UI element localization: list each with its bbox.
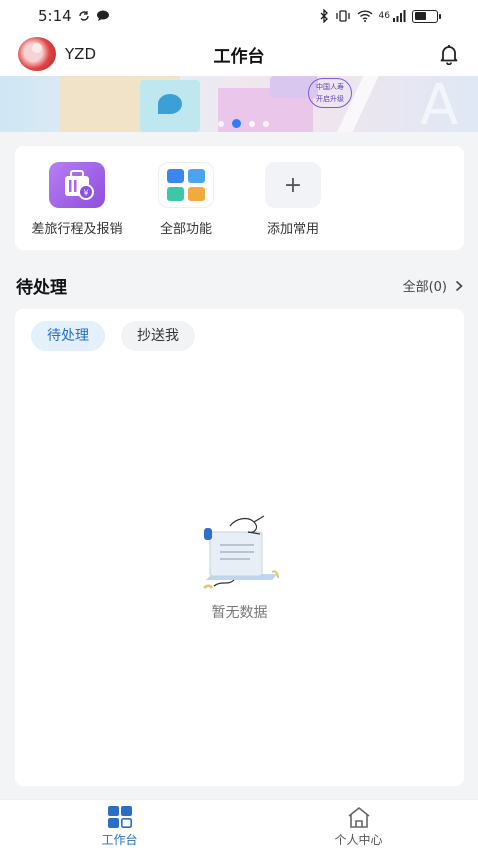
grid-icon (158, 162, 214, 208)
nav-label: 个人中心 (334, 833, 383, 847)
tab-pending[interactable]: 待处理 (31, 321, 105, 351)
bluetooth-icon (320, 9, 328, 23)
quick-action-label: 全部功能 (159, 222, 212, 237)
home-icon (348, 807, 369, 828)
banner-tag: 中国人寿 开启升级 (308, 78, 352, 108)
quick-action-all-functions[interactable]: 全部功能 (126, 162, 246, 237)
sync-icon (78, 11, 89, 21)
empty-document-icon (202, 515, 279, 589)
empty-state-label: 暂无数据 (211, 605, 268, 621)
notification-bell-icon[interactable] (438, 43, 460, 66)
workbench-icon (107, 806, 132, 828)
view-all-link[interactable]: 全部(0) (403, 276, 463, 295)
banner-indicator-dot[interactable] (263, 120, 269, 127)
empty-state: 暂无数据 (15, 514, 464, 622)
network-type: 46 (378, 11, 390, 21)
todo-tabs: 待处理 抄送我 (31, 321, 195, 351)
bottom-nav: 工作台 个人中心 (0, 799, 478, 850)
status-bar: 5:14 46 (0, 0, 478, 32)
quick-action-label: 差旅行程及报销 (31, 222, 123, 237)
wifi-icon (357, 10, 373, 22)
quick-action-add-common[interactable]: + 添加常用 (233, 162, 353, 237)
banner-product-box (140, 80, 200, 132)
todo-section-title: 待处理 (16, 278, 67, 298)
app-header: YZD 工作台 (0, 32, 478, 76)
status-right: 46 (319, 9, 441, 23)
quick-actions-card: ¥ 差旅行程及报销 全部功能 + 添加常用 (15, 146, 464, 250)
banner-tag-line2: 开启升级 (316, 95, 344, 103)
promo-banner[interactable]: 中国人寿 开启升级 A (0, 76, 478, 132)
banner-indicator-dot[interactable] (249, 120, 255, 127)
battery-level (414, 12, 427, 20)
tab-cc-me[interactable]: 抄送我 (121, 321, 195, 351)
nav-label: 工作台 (101, 833, 138, 847)
plus-icon: + (265, 162, 321, 208)
username[interactable]: YZD (65, 45, 96, 63)
chevron-right-icon (455, 280, 463, 291)
status-time: 5:14 (38, 7, 72, 25)
vibrate-icon (335, 10, 350, 22)
battery-icon (412, 9, 441, 23)
message-icon (96, 10, 109, 21)
banner-tag-line1: 中国人寿 (316, 83, 344, 91)
luggage-icon: ¥ (49, 162, 105, 208)
avatar[interactable] (18, 37, 56, 71)
quick-action-travel[interactable]: ¥ 差旅行程及报销 (17, 162, 137, 237)
signal-icon (393, 10, 406, 22)
todo-card: 待处理 抄送我 暂无数据 (15, 309, 464, 786)
banner-letter: A (420, 76, 459, 133)
status-left: 5:14 (38, 7, 110, 25)
banner-indicator-dot[interactable] (218, 120, 224, 127)
nav-workbench[interactable]: 工作台 (0, 800, 239, 850)
nav-profile[interactable]: 个人中心 (239, 800, 478, 850)
svg-text:¥: ¥ (83, 189, 88, 198)
banner-indicator-dot[interactable] (232, 119, 241, 128)
quick-action-label: 添加常用 (266, 222, 319, 237)
banner-indicators (218, 119, 269, 128)
view-all-label: 全部(0) (402, 280, 447, 295)
